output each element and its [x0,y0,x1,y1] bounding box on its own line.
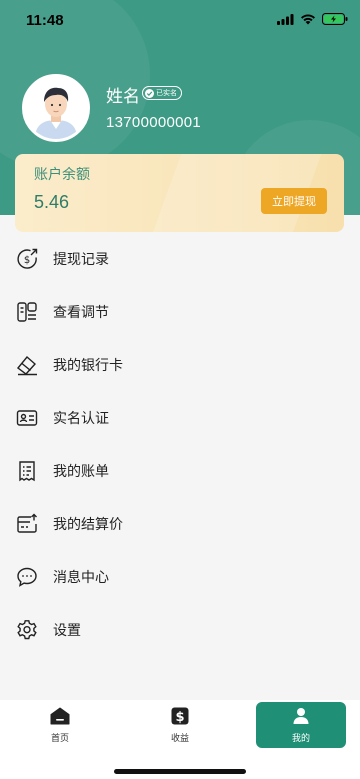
user-name: 姓名 [106,87,140,107]
adjustment-icon [16,301,38,323]
menu-item-withdraw-history[interactable]: $ 提现记录 [0,232,360,285]
tab-label: 我的 [291,734,310,744]
tab-home[interactable]: 首页 [15,702,105,748]
balance-amount: 5.46 [34,192,70,212]
settlement-icon [16,513,38,535]
home-icon [50,706,70,726]
menu-item-label: 实名认证 [53,410,109,427]
balance-label: 账户余额 [34,167,90,183]
menu-item-label: 我的银行卡 [53,357,123,374]
menu-item-bank-card[interactable]: 我的银行卡 [0,338,360,391]
tab-label: 首页 [50,734,69,744]
battery-charging-icon [322,13,348,25]
user-phone: 13700000001 [106,114,202,131]
bill-icon [16,460,38,482]
dollar-icon: $ [170,706,190,726]
tab-earnings[interactable]: $ 收益 [135,702,225,748]
bottom-tab-bar: 首页 $ 收益 我的 [0,700,360,779]
menu-item-settlement[interactable]: 我的结算价 [0,497,360,550]
status-bar: 11:48 [0,0,360,40]
menu-item-id-verification[interactable]: 实名认证 [0,391,360,444]
status-icons [277,13,348,25]
menu-item-settings[interactable]: 设置 [0,603,360,656]
status-time: 11:48 [26,12,64,29]
svg-text:$: $ [175,710,184,725]
gear-icon [16,619,38,641]
person-icon [291,706,311,726]
menu-item-label: 提现记录 [53,251,109,268]
svg-text:$: $ [24,255,30,266]
avatar[interactable] [22,74,90,142]
verified-badge: 已实名 [142,86,182,100]
balance-card: 账户余额 5.46 立即提现 [15,154,344,232]
id-card-icon [16,407,38,429]
check-icon [145,88,154,98]
menu-item-label: 我的结算价 [53,516,123,533]
tab-label: 收益 [170,734,189,744]
withdraw-history-icon: $ [16,248,38,270]
menu-list: $ 提现记录 查看调节 我的银行卡 实名认证 我的账单 我的结算价 消息中心 设… [0,232,360,656]
menu-item-adjustment[interactable]: 查看调节 [0,285,360,338]
message-icon [16,566,38,588]
bank-card-icon [16,354,38,376]
avatar-image [25,77,87,139]
menu-item-label: 消息中心 [53,569,109,586]
home-indicator [114,769,246,774]
withdraw-button[interactable]: 立即提现 [261,188,327,214]
menu-item-label: 设置 [53,622,81,639]
menu-item-bill[interactable]: 我的账单 [0,444,360,497]
menu-item-label: 我的账单 [53,463,109,480]
menu-item-label: 查看调节 [53,304,109,321]
verified-text: 已实名 [156,89,177,97]
menu-item-message-center[interactable]: 消息中心 [0,550,360,603]
wifi-icon [301,14,315,24]
signal-icon [277,13,294,25]
tab-mine[interactable]: 我的 [256,702,346,748]
